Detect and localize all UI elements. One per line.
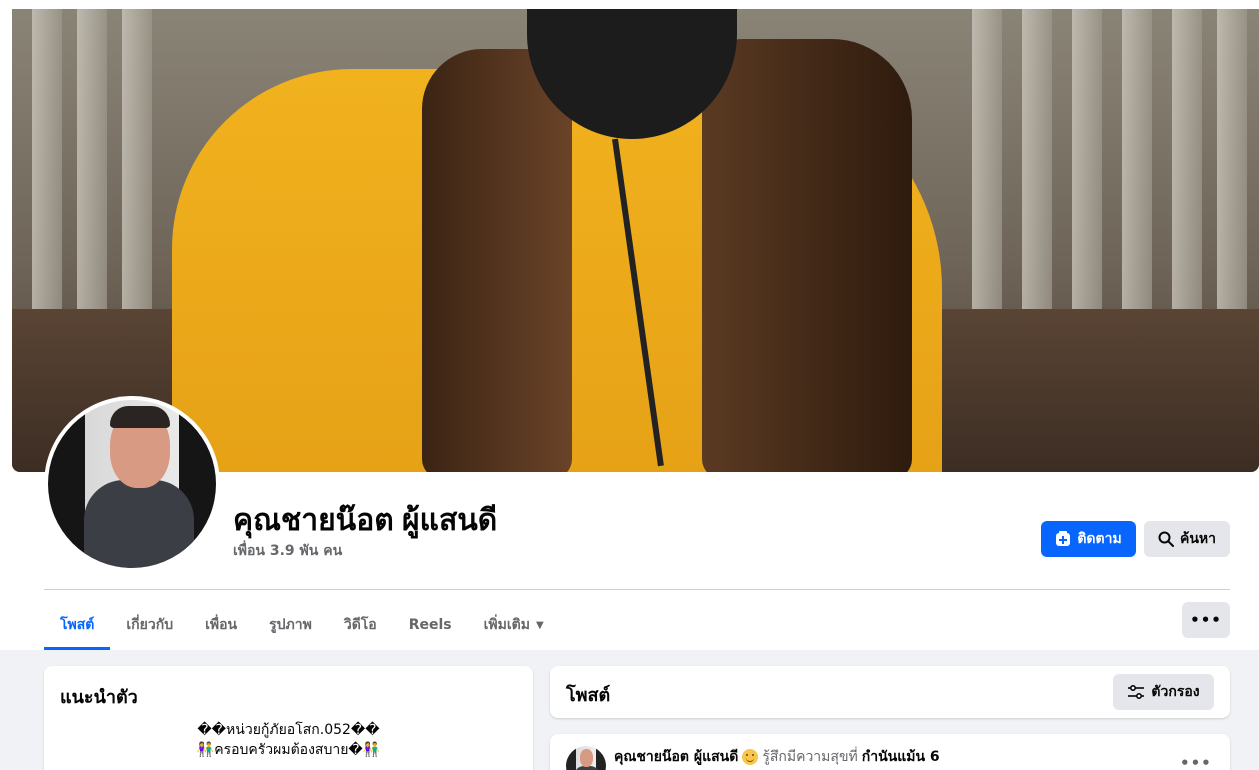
follow-button[interactable]: ติดตาม — [1041, 521, 1136, 557]
bio-line: 👫ครอบครัวผมต้องสบาย�👫 — [196, 742, 381, 758]
post-more-icon[interactable]: ••• — [1180, 754, 1212, 770]
tab-more[interactable]: เพิ่มเติม ▼ — [468, 600, 560, 650]
tab-label: เพิ่มเติม — [483, 617, 530, 633]
cover-hair — [702, 39, 912, 472]
filter-label: ตัวกรอง — [1151, 684, 1200, 700]
avatar-photo — [48, 400, 216, 568]
tab-label: Reels — [408, 617, 452, 633]
tab-label: โพสต์ — [60, 617, 95, 633]
post-header: คุณชายน๊อต ผู้แสนดี รู้สึกมีความสุขที่ ก… — [614, 746, 940, 768]
tab-videos[interactable]: วิดีโอ — [328, 600, 393, 650]
cover-fence-slat — [122, 9, 152, 309]
posts-title: โพสต์ — [566, 685, 611, 706]
header-divider — [44, 589, 1230, 590]
cover-hair — [422, 49, 572, 472]
tab-posts[interactable]: โพสต์ — [44, 600, 111, 650]
cover-photo[interactable] — [12, 9, 1259, 472]
cover-fence-slat — [77, 9, 107, 309]
post-author[interactable]: คุณชายน๊อต ผู้แสนดี — [614, 746, 738, 768]
tab-friends[interactable]: เพื่อน — [189, 600, 253, 650]
friend-count[interactable]: เพื่อน 3.9 พัน คน — [233, 540, 342, 562]
tab-about[interactable]: เกี่ยวกับ — [110, 600, 189, 650]
caret-down-icon: ▼ — [535, 619, 544, 631]
tab-label: วิดีโอ — [343, 617, 377, 633]
bio-text: ��หน่วยกู้ภัยอโสก.052�� 👫ครอบครัวผมต้องส… — [44, 720, 533, 760]
tab-photos[interactable]: รูปภาพ — [253, 600, 328, 650]
more-options-icon: ••• — [1190, 611, 1222, 629]
filter-icon — [1127, 684, 1145, 700]
cover-fence-slat — [1072, 9, 1102, 309]
cover-fence-slat — [1217, 9, 1247, 309]
search-button[interactable]: ค้นหา — [1144, 521, 1230, 557]
cover-fence-slat — [1022, 9, 1052, 309]
cover-fence-slat — [32, 9, 62, 309]
post-tagged-person[interactable]: กำนันแม้น 6 — [862, 746, 940, 768]
search-icon — [1158, 531, 1174, 547]
cover-fence-slat — [1172, 9, 1202, 309]
cover-fence-slat — [1122, 9, 1152, 309]
happy-emoji-icon — [742, 749, 759, 765]
more-options-button[interactable]: ••• — [1182, 602, 1230, 638]
tab-label: เพื่อน — [205, 617, 238, 633]
tab-reels[interactable]: Reels — [393, 600, 468, 650]
tab-label: รูปภาพ — [269, 617, 312, 633]
intro-title: แนะนำตัว — [60, 687, 138, 708]
post-card: คุณชายน๊อต ผู้แสนดี รู้สึกมีความสุขที่ ก… — [550, 734, 1230, 770]
follow-label: ติดตาม — [1077, 531, 1122, 547]
post-avatar-face — [580, 749, 593, 767]
bio-line: ��หน่วยกู้ภัยอโสก.052�� — [197, 722, 380, 738]
follow-icon — [1055, 531, 1071, 547]
search-label: ค้นหา — [1179, 531, 1217, 547]
post-author-avatar[interactable] — [566, 746, 606, 770]
intro-card: แนะนำตัว ��หน่วยกู้ภัยอโสก.052�� 👫ครอบคร… — [44, 666, 533, 770]
tab-label: เกี่ยวกับ — [126, 617, 174, 633]
post-feeling: รู้สึกมีความสุขที่ — [762, 749, 858, 765]
profile-tabs: โพสต์ เกี่ยวกับ เพื่อน รูปภาพ วิดีโอ Ree… — [44, 600, 560, 650]
profile-name: คุณชายน๊อต ผู้แสนดี — [233, 504, 498, 537]
cover-fence-slat — [972, 9, 1002, 309]
avatar-hair — [110, 406, 170, 428]
filter-button[interactable]: ตัวกรอง — [1113, 674, 1214, 710]
avatar-body — [84, 480, 194, 568]
profile-avatar[interactable] — [44, 396, 220, 572]
